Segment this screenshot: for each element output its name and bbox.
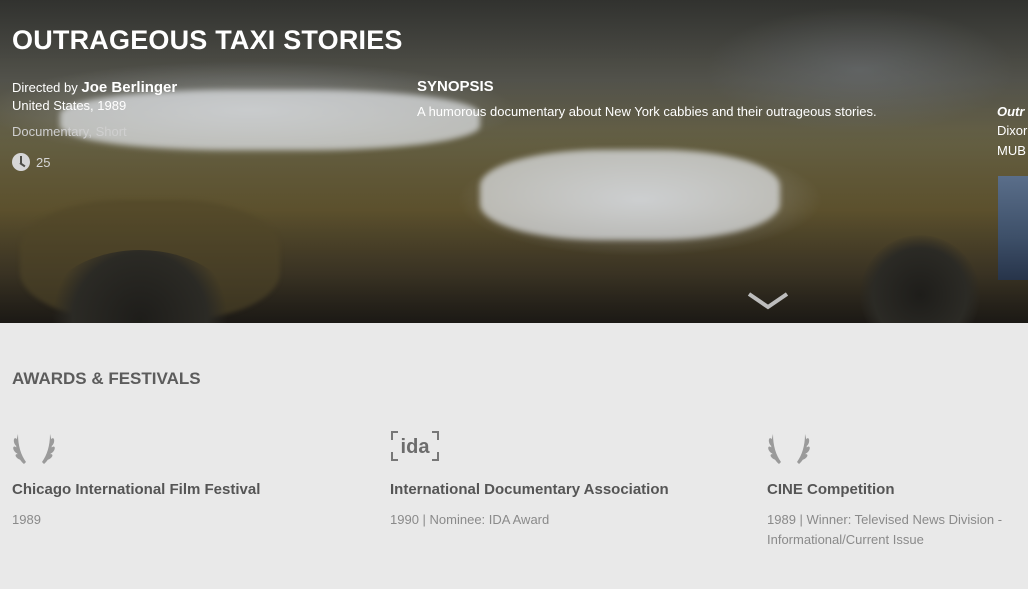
hero-image-detail	[860, 235, 980, 323]
film-duration: 25	[12, 153, 50, 171]
award-detail: 1989	[12, 512, 41, 527]
film-title: OUTRAGEOUS TAXI STORIES	[12, 25, 403, 55]
hero-image-detail	[480, 150, 780, 240]
chevron-down-icon[interactable]	[746, 288, 790, 312]
director-line: Directed by Joe Berlinger	[12, 79, 177, 97]
side-panel-line: MUB	[997, 143, 1026, 158]
award-festival-name[interactable]: International Documentary Association	[390, 481, 669, 498]
hero-banner: OUTRAGEOUS TAXI STORIES Directed by Joe …	[0, 0, 1028, 323]
award-item: ida International Documentary Associatio…	[390, 428, 690, 527]
synopsis-text: A humorous documentary about New York ca…	[417, 104, 877, 119]
side-panel-title[interactable]: Outr	[997, 104, 1024, 119]
side-panel-line: Dixor	[997, 123, 1028, 138]
laurel-icon	[13, 434, 55, 464]
directed-by-label: Directed by	[12, 80, 78, 95]
film-genres: Documentary, Short	[12, 124, 127, 139]
synopsis-heading: SYNOPSIS	[417, 78, 494, 95]
side-panel-thumbnail[interactable]	[998, 176, 1028, 280]
award-item: CINE Competition 1989 | Winner: Televise…	[767, 428, 1028, 547]
country-year: United States, 1989	[12, 98, 127, 113]
award-festival-name[interactable]: CINE Competition	[767, 481, 895, 498]
award-detail: 1989 | Winner: Televised News Division -…	[767, 512, 1003, 547]
laurel-icon	[768, 434, 810, 464]
clock-icon	[12, 153, 30, 171]
ida-logo-text: ida	[401, 436, 431, 458]
award-festival-name[interactable]: Chicago International Film Festival	[12, 481, 260, 498]
director-link[interactable]: Joe Berlinger	[81, 79, 177, 96]
award-detail: 1990 | Nominee: IDA Award	[390, 512, 550, 527]
duration-value: 25	[36, 154, 51, 170]
film-credits: Directed by Joe Berlinger United States,…	[12, 79, 177, 115]
award-item: Chicago International Film Festival 1989	[12, 428, 312, 527]
ida-logo: ida	[391, 431, 439, 461]
awards-heading: AWARDS & FESTIVALS	[12, 369, 201, 388]
